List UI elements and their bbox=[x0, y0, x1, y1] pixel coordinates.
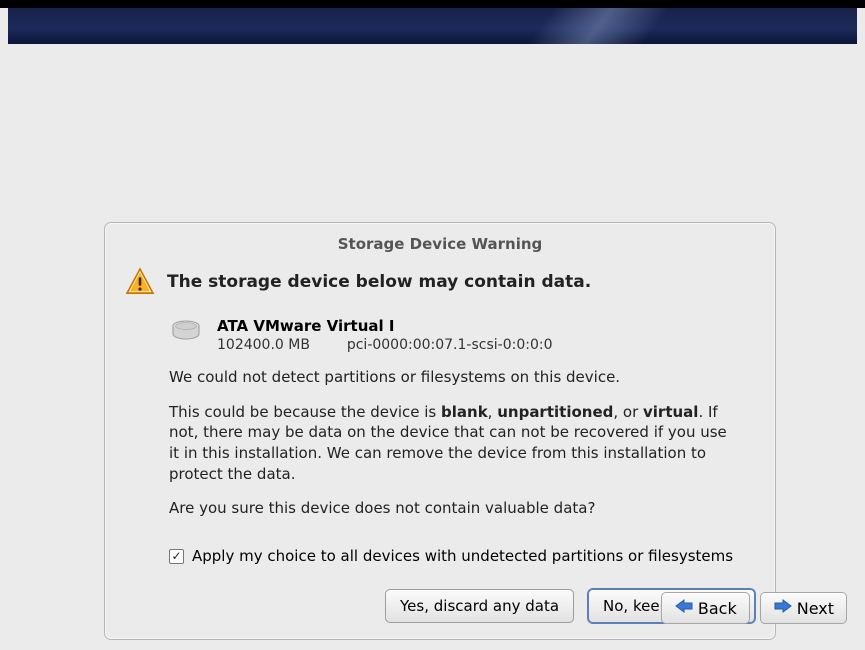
device-name: ATA VMware Virtual I bbox=[217, 317, 552, 335]
apply-all-checkbox[interactable]: ✓ bbox=[169, 549, 184, 564]
para-no-partitions: We could not detect partitions or filesy… bbox=[169, 367, 729, 388]
arrow-left-icon bbox=[674, 598, 694, 618]
next-button[interactable]: Next bbox=[760, 592, 847, 624]
back-button[interactable]: Back bbox=[661, 592, 750, 624]
device-text: ATA VMware Virtual I 102400.0 MB pci-000… bbox=[217, 317, 552, 353]
installer-page-body: Storage Device Warning The storage devic… bbox=[8, 44, 857, 642]
device-size: 102400.0 MB bbox=[217, 337, 310, 353]
arrow-right-icon bbox=[773, 598, 793, 618]
apply-all-checkbox-row[interactable]: ✓ Apply my choice to all devices with un… bbox=[169, 547, 755, 565]
back-label: Back bbox=[698, 599, 737, 618]
apply-all-label: Apply my choice to all devices with unde… bbox=[192, 547, 733, 565]
window-top-border bbox=[0, 0, 865, 8]
para-confirm: Are you sure this device does not contai… bbox=[169, 498, 729, 519]
warning-icon bbox=[125, 267, 155, 301]
wizard-nav-buttons: Back Next bbox=[661, 592, 847, 624]
warning-heading: The storage device below may contain dat… bbox=[167, 271, 591, 293]
harddrive-icon bbox=[169, 319, 203, 349]
device-path: pci-0000:00:07.1-scsi-0:0:0:0 bbox=[347, 337, 553, 353]
para-explain: This could be because the device is blan… bbox=[169, 402, 729, 485]
discard-data-button[interactable]: Yes, discard any data bbox=[385, 589, 574, 623]
dialog-body-text: We could not detect partitions or filesy… bbox=[169, 367, 755, 519]
dialog-title: Storage Device Warning bbox=[125, 235, 755, 253]
storage-warning-dialog: Storage Device Warning The storage devic… bbox=[104, 222, 776, 640]
heading-row: The storage device below may contain dat… bbox=[125, 267, 755, 301]
device-meta: 102400.0 MB pci-0000:00:07.1-scsi-0:0:0:… bbox=[217, 337, 552, 353]
next-label: Next bbox=[797, 599, 834, 618]
device-block: ATA VMware Virtual I 102400.0 MB pci-000… bbox=[169, 317, 755, 353]
installer-header-banner bbox=[8, 8, 857, 44]
